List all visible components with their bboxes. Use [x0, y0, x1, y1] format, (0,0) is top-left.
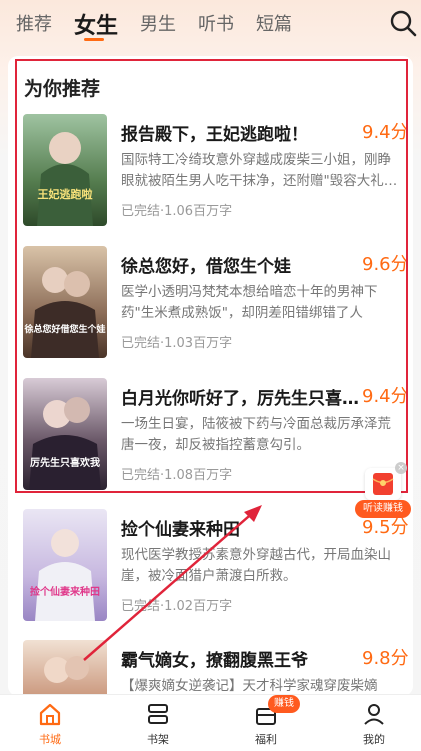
bottom-nav: 书城 书架 赚钱 福利 我的 — [0, 694, 421, 751]
book-title: 报告殿下，王妃逃跑啦！ — [121, 125, 308, 145]
svg-text:徐总您好借您生个娃: 徐总您好借您生个娃 — [23, 323, 105, 335]
active-tab-indicator — [84, 38, 104, 41]
nav-bookstore[interactable]: 书城 — [15, 695, 85, 751]
home-icon — [39, 703, 61, 726]
book-item[interactable]: 王妃逃跑啦 报告殿下，王妃逃跑啦！ 9.4分 国际特工冷绮玫意外穿越成废柴三小姐… — [8, 114, 413, 244]
listen-earn-label: 听读赚钱 — [355, 500, 411, 518]
earn-badge: 赚钱 — [268, 695, 300, 713]
book-cover — [23, 640, 107, 696]
nav-label: 书城 — [39, 733, 61, 746]
nav-profile[interactable]: 我的 — [339, 695, 409, 751]
book-score: 9.4分 — [362, 386, 409, 407]
top-tab-bar: 推荐 女生 男生 听书 短篇 — [0, 0, 421, 46]
listen-earn-widget[interactable]: × 听读赚钱 — [355, 462, 411, 520]
tab-female[interactable]: 女生 — [74, 8, 118, 40]
book-score: 9.6分 — [362, 254, 409, 275]
book-item[interactable]: 厉先生只喜欢我 白月光你听好了，厉先生只喜… 9.4分 一场生日宴，陆筱被下药与… — [8, 378, 413, 508]
book-cover: 厉先生只喜欢我 — [23, 378, 107, 490]
close-icon[interactable]: × — [395, 462, 407, 474]
book-title: 霸气嫡女，撩翻腹黑王爷 — [121, 651, 308, 671]
book-cover: 王妃逃跑啦 — [23, 114, 107, 226]
search-icon[interactable] — [388, 8, 418, 38]
nav-bookshelf[interactable]: 书架 — [123, 695, 193, 751]
tab-recommend[interactable]: 推荐 — [16, 10, 52, 36]
user-icon — [364, 704, 384, 725]
book-description: 一场生日宴，陆筱被下药与冷面总裁厉承泽荒唐一夜，却反被指控蓄意勾引。 — [121, 416, 391, 453]
book-item[interactable]: 霸气嫡女，撩翻腹黑王爷 9.8分 【爆爽嫡女逆袭记】天才科学家魂穿废柴嫡 — [8, 640, 413, 696]
book-description: 【爆爽嫡女逆袭记】天才科学家魂穿废柴嫡 — [121, 678, 378, 694]
book-meta: 已完结·1.08百万字 — [121, 468, 233, 483]
bookshelf-icon — [148, 704, 168, 724]
nav-label: 书架 — [147, 733, 169, 746]
book-description: 医学小透明冯梵梵本想给暗恋十年的男神下药"生米煮成熟饭"，却阴差阳错绑错了人——… — [121, 284, 378, 321]
svg-text:厉先生只喜欢我: 厉先生只喜欢我 — [30, 456, 100, 469]
svg-text:捡个仙妻来种田: 捡个仙妻来种田 — [30, 585, 100, 598]
book-title: 捡个仙妻来种田 — [121, 520, 240, 540]
book-title: 徐总您好，借您生个娃 — [121, 257, 291, 277]
nav-welfare[interactable]: 赚钱 福利 — [231, 695, 301, 751]
book-item[interactable]: 徐总您好借您生个娃 徐总您好，借您生个娃 9.6分 医学小透明冯梵梵本想给暗恋十… — [8, 246, 413, 376]
nav-label: 我的 — [363, 733, 385, 746]
book-score: 9.8分 — [362, 648, 409, 669]
book-title: 白月光你听好了，厉先生只喜… — [121, 389, 359, 409]
book-description: 国际特工冷绮玫意外穿越成废柴三小姐，刚睁眼就被陌生男人吃干抹净，还附赠"毁容大礼… — [121, 152, 398, 189]
book-description: 现代医学教授苏素意外穿越古代，开局血染山崖，被冷面猎户萧渡白所救。 — [121, 547, 391, 584]
section-title: 为你推荐 — [24, 78, 101, 100]
red-envelope-icon — [365, 468, 401, 500]
recommendation-card: 为你推荐 王妃逃跑啦 报告殿下，王妃逃跑啦！ 9.4分 国际特工冷绮玫意外穿越成… — [8, 56, 413, 696]
book-item[interactable]: 捡个仙妻来种田 捡个仙妻来种田 9.5分 现代医学教授苏素意外穿越古代，开局血染… — [8, 509, 413, 639]
book-meta: 已完结·1.06百万字 — [121, 204, 233, 219]
tab-male[interactable]: 男生 — [140, 10, 176, 36]
book-meta: 已完结·1.02百万字 — [121, 599, 233, 614]
book-cover: 徐总您好借您生个娃 — [23, 246, 107, 358]
tab-short-story[interactable]: 短篇 — [256, 10, 292, 36]
tab-audiobook[interactable]: 听书 — [198, 10, 234, 36]
book-cover: 捡个仙妻来种田 — [23, 509, 107, 621]
svg-text:王妃逃跑啦: 王妃逃跑啦 — [38, 187, 93, 201]
book-score: 9.4分 — [362, 122, 409, 143]
nav-label: 福利 — [255, 733, 277, 746]
book-meta: 已完结·1.03百万字 — [121, 336, 233, 351]
